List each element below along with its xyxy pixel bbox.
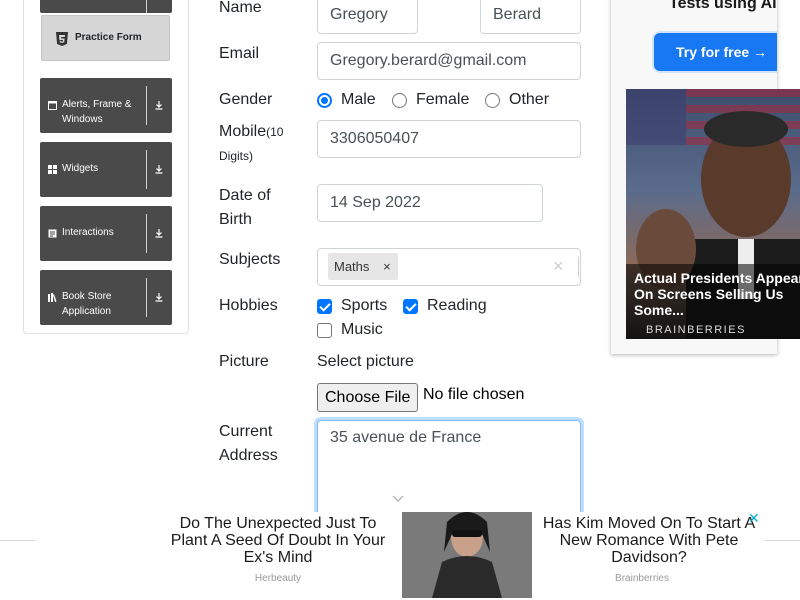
subject-chip: Maths ×	[328, 253, 399, 280]
gender-label: Gender	[219, 91, 273, 108]
group-label-line2: Application	[62, 306, 111, 317]
subjects-label: Subjects	[219, 251, 281, 268]
last-name-input[interactable]: Berard	[480, 0, 581, 34]
gender-female-label[interactable]: Female	[416, 91, 469, 109]
sidebar: Practice Form Alerts, Frame & Windows Wi…	[23, 0, 189, 334]
ad-caption: Actual Presidents Appear On Screens Sell…	[634, 270, 800, 318]
ad-brand: BRAINBERRIES	[646, 324, 746, 336]
group-label-line1: Alerts, Frame &	[62, 99, 132, 110]
ad-headline: Tests using AI	[669, 0, 777, 12]
group-label: Interactions	[62, 227, 114, 238]
hobby-sports-label[interactable]: Sports	[341, 297, 387, 315]
bottom-ad-left-source: Herbeauty	[254, 573, 302, 584]
hobby-reading-option[interactable]: Reading	[403, 294, 487, 318]
sidebar-item-label: Practice Form	[75, 32, 142, 43]
address-label-line1: Current	[219, 423, 273, 440]
email-input[interactable]: Gregory.berard@gmail.com	[317, 42, 581, 80]
html5-icon	[56, 32, 68, 46]
subjects-separator	[578, 257, 579, 277]
address-label-line2: Address	[219, 447, 278, 464]
download-icon[interactable]	[152, 290, 166, 304]
chevron-down-icon[interactable]	[391, 492, 405, 506]
group-label: Widgets	[62, 163, 99, 174]
hobby-music-label[interactable]: Music	[341, 321, 383, 339]
ad-image[interactable]: Actual Presidents Appear On Screens Sell…	[626, 89, 800, 339]
hobby-sports-checkbox[interactable]	[317, 298, 332, 314]
no-file-text: No file chosen	[423, 386, 525, 403]
sidebar-group-widgets[interactable]: Widgets	[40, 142, 172, 197]
window-icon	[48, 101, 57, 110]
download-icon[interactable]	[152, 226, 166, 240]
picture-label: Picture	[219, 353, 269, 370]
person-photo-illustration	[402, 512, 532, 598]
sidebar-group-alerts[interactable]: Alerts, Frame & Windows	[40, 78, 172, 133]
first-name-input[interactable]: Gregory	[317, 0, 418, 34]
date-of-birth-input[interactable]: 14 Sep 2022	[317, 184, 543, 222]
group-label-line2: Windows	[62, 114, 103, 125]
widgets-icon	[48, 165, 57, 174]
dob-label-line2: Birth	[219, 211, 252, 228]
try-for-free-button[interactable]: Try for free →	[654, 33, 777, 71]
gender-female-option[interactable]: Female	[392, 88, 469, 112]
bottom-ad-image[interactable]	[402, 512, 532, 598]
hobbies-label: Hobbies	[219, 297, 278, 314]
subject-chip-label: Maths	[334, 259, 370, 274]
sidebar-group-interactions[interactable]: Interactions	[40, 206, 172, 261]
bottom-ad-left-headline[interactable]: Do The Unexpected Just To Plant A Seed O…	[168, 515, 388, 566]
email-label: Email	[219, 45, 260, 62]
mobile-label-text: Mobile	[219, 123, 267, 140]
dob-label-line1: Date of	[219, 187, 271, 204]
sidebar-item-practice-form[interactable]: Practice Form	[41, 15, 170, 61]
bottom-ad-right-source: Brainberries	[615, 573, 669, 584]
bottom-ad-right-headline[interactable]: Has Kim Moved On To Start A New Romance …	[534, 515, 764, 566]
group-label-line1: Book Store	[62, 291, 112, 302]
interactions-icon	[48, 229, 57, 238]
hobby-reading-checkbox[interactable]	[403, 298, 418, 314]
gender-other-option[interactable]: Other	[485, 88, 549, 112]
gender-female-radio[interactable]	[392, 92, 407, 108]
book-icon	[48, 293, 57, 302]
hobby-reading-label[interactable]: Reading	[427, 297, 487, 315]
gender-male-option[interactable]: Male	[317, 88, 376, 112]
page-root: Practice Form Alerts, Frame & Windows Wi…	[0, 0, 800, 600]
mobile-input[interactable]: 3306050407	[317, 120, 581, 158]
gender-other-label[interactable]: Other	[509, 91, 549, 109]
close-ad-icon[interactable]: ✕	[748, 510, 760, 527]
mobile-hint: (10	[266, 125, 284, 139]
gender-male-label[interactable]: Male	[341, 91, 376, 109]
sidebar-group-forms[interactable]	[40, 0, 172, 13]
name-label: Name	[219, 0, 262, 16]
select-picture-label: Select picture	[317, 353, 414, 370]
mobile-label: Mobile(10	[219, 120, 283, 144]
chip-remove-icon[interactable]: ×	[375, 253, 398, 280]
hobby-music-checkbox[interactable]	[317, 322, 332, 338]
hobby-music-option[interactable]: Music	[317, 318, 383, 342]
mobile-hint-line2: Digits)	[219, 149, 254, 163]
hobby-sports-option[interactable]: Sports	[317, 294, 387, 318]
gender-other-radio[interactable]	[485, 92, 500, 108]
gender-male-radio[interactable]	[317, 92, 332, 108]
choose-file-button[interactable]: Choose File	[317, 383, 419, 412]
sidebar-group-book-store[interactable]: Book Store Application	[40, 270, 172, 325]
download-icon[interactable]	[152, 162, 166, 176]
clear-subjects-icon[interactable]: ×	[553, 256, 564, 276]
download-icon[interactable]	[152, 98, 166, 112]
